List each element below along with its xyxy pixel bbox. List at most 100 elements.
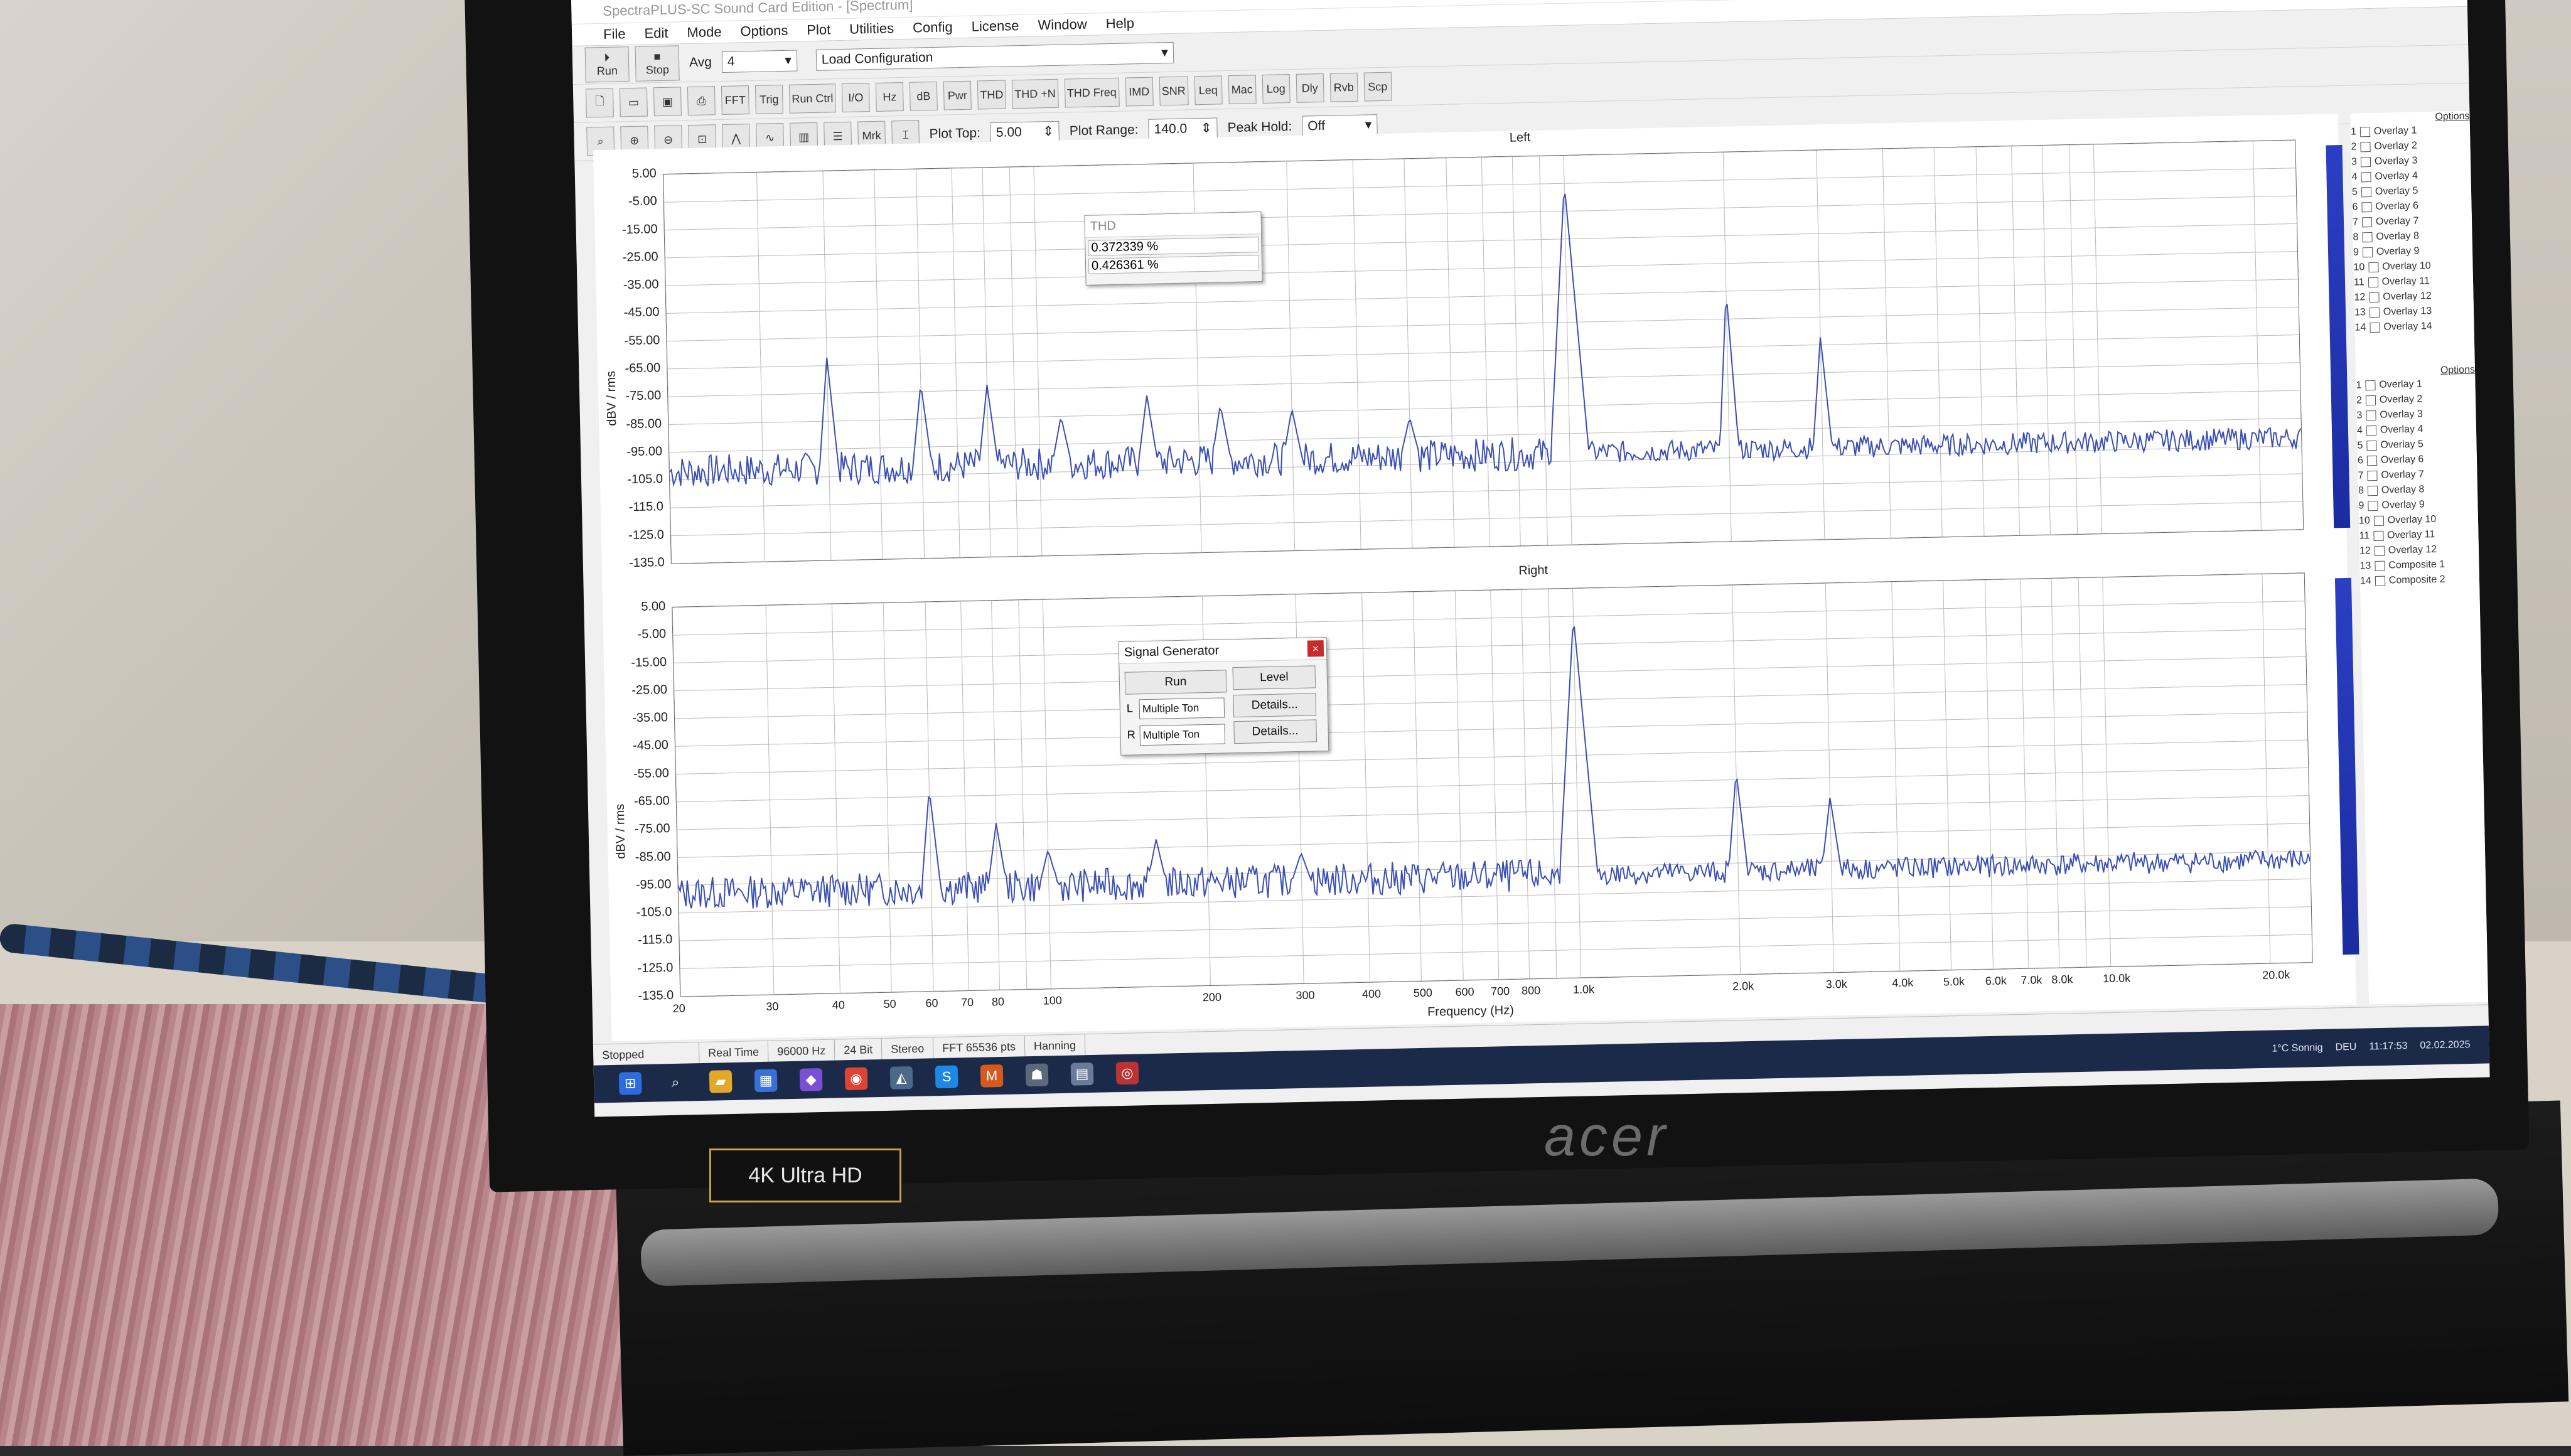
tool-thd-button[interactable]: THD xyxy=(977,80,1006,110)
visual-studio-icon[interactable]: ◆ xyxy=(799,1068,823,1091)
grid-line xyxy=(673,601,2305,636)
menu-utilities[interactable]: Utilities xyxy=(849,18,894,40)
search-icon[interactable]: ⌕ xyxy=(664,1071,687,1095)
tool-scp-button[interactable]: Scp xyxy=(1363,72,1392,102)
siggen-run-button[interactable]: Run xyxy=(1124,670,1227,695)
tool-thd-freq-button[interactable]: THD Freq xyxy=(1064,77,1120,108)
tool-imd-button[interactable]: IMD xyxy=(1125,77,1154,107)
thd-dialog[interactable]: THD 0.372339 % 0.426361 % xyxy=(1084,211,1263,286)
overlay-checkbox[interactable] xyxy=(2370,322,2380,333)
chrome-icon[interactable]: ◉ xyxy=(844,1067,868,1091)
tool-pwr-button[interactable]: Pwr xyxy=(943,80,972,110)
menu-mode[interactable]: Mode xyxy=(687,21,722,43)
right-spectrum-plot[interactable] xyxy=(672,572,2313,997)
alien-icon[interactable]: ☗ xyxy=(1025,1063,1049,1087)
tool-dly-button[interactable]: Dly xyxy=(1296,73,1324,103)
overlay-checkbox[interactable] xyxy=(2368,500,2378,511)
spectraplus-taskbar-icon[interactable]: ▤ xyxy=(1070,1062,1094,1086)
left-details-button[interactable]: Details... xyxy=(1233,693,1317,718)
tool-log-button[interactable]: Log xyxy=(1262,74,1291,104)
overlay-checkbox[interactable] xyxy=(2361,202,2372,213)
overlay-checkbox[interactable] xyxy=(2365,395,2376,406)
tool-hz-button[interactable]: Hz xyxy=(875,82,904,112)
overlay-number: 8 xyxy=(2358,485,2364,496)
overlay-checkbox[interactable] xyxy=(2375,575,2385,587)
overlay-checkbox[interactable] xyxy=(2361,217,2373,228)
tool-trig-button[interactable]: Trig xyxy=(754,84,783,114)
weather-text[interactable]: 1°C Sonnig xyxy=(2272,1042,2322,1055)
overlay-checkbox[interactable] xyxy=(2366,410,2376,421)
grid-line xyxy=(679,906,2311,941)
menu-window[interactable]: Window xyxy=(1038,14,1087,36)
overlay-checkbox[interactable] xyxy=(2360,157,2371,168)
overlay-checkbox[interactable] xyxy=(2373,515,2384,527)
clock-time[interactable]: 11:17:53 xyxy=(2369,1041,2407,1052)
tool-thd-n-button[interactable]: THD +N xyxy=(1011,78,1059,109)
language-indicator[interactable]: DEU xyxy=(2335,1042,2356,1054)
tool-i-o-button[interactable]: I/O xyxy=(841,83,870,112)
overlay-checkbox[interactable] xyxy=(2367,485,2378,496)
overlay-checkbox[interactable] xyxy=(2369,307,2380,318)
menu-plot[interactable]: Plot xyxy=(807,19,831,41)
overlay-checkbox[interactable] xyxy=(2375,560,2385,572)
avg-select[interactable]: 4 ▾ xyxy=(721,50,798,73)
overlay-checkbox[interactable] xyxy=(2365,380,2376,391)
app-icon[interactable]: ◭ xyxy=(889,1066,913,1089)
overlay-checkbox[interactable] xyxy=(2366,440,2377,451)
overlay-label: Overlay 5 xyxy=(2380,439,2424,451)
skype-icon[interactable]: S xyxy=(935,1065,958,1089)
right-details-label: Details... xyxy=(1252,724,1299,739)
overlay-checkbox[interactable] xyxy=(2361,172,2371,183)
overlay-checkbox[interactable] xyxy=(2361,187,2372,198)
tool-fft-button[interactable]: FFT xyxy=(721,85,749,115)
new-file-button[interactable]: 🗋 xyxy=(585,88,614,118)
overlay-checkbox[interactable] xyxy=(2373,530,2384,542)
right-waveform-select[interactable]: Multiple Ton xyxy=(1139,724,1226,746)
overlay-checkbox[interactable] xyxy=(2360,142,2371,153)
stop-button[interactable]: ■ Stop xyxy=(635,45,680,82)
right-details-button[interactable]: Details... xyxy=(1233,719,1318,744)
overlay-checkbox[interactable] xyxy=(2362,247,2373,258)
start-icon[interactable]: ⊞ xyxy=(618,1072,642,1095)
clock-date[interactable]: 02.02.2025 xyxy=(2420,1039,2470,1052)
menu-options[interactable]: Options xyxy=(740,20,788,43)
menu-file[interactable]: File xyxy=(603,23,626,45)
configuration-select[interactable]: Load Configuration ▾ xyxy=(815,41,1174,71)
tool-leq-button[interactable]: Leq xyxy=(1194,75,1223,105)
open-button[interactable]: ▭ xyxy=(619,87,648,117)
signal-generator-dialog[interactable]: Signal Generator × Run Level L Multiple T… xyxy=(1118,637,1329,756)
tool-mac-button[interactable]: Mac xyxy=(1228,75,1257,105)
run-button[interactable]: ⏵ Run xyxy=(584,46,630,83)
overlay-checkbox[interactable] xyxy=(2359,127,2371,137)
overlay-checkbox[interactable] xyxy=(2368,277,2378,288)
left-waveform-select[interactable]: Multiple Ton xyxy=(1139,697,1225,720)
print-button[interactable]: ⎙ xyxy=(687,86,716,116)
tool-run-ctrl-button[interactable]: Run Ctrl xyxy=(788,83,836,114)
overlay-checkbox[interactable] xyxy=(2362,232,2373,243)
overlay-checkbox[interactable] xyxy=(2374,545,2385,557)
overlay-checkbox[interactable] xyxy=(2369,292,2380,303)
x-tick-label: 5.0k xyxy=(1943,975,1965,988)
menu-license[interactable]: License xyxy=(971,15,1019,38)
left-spectrum-plot[interactable] xyxy=(662,139,2304,564)
siggen-level-button[interactable]: Level xyxy=(1232,665,1316,690)
mail-icon[interactable]: M xyxy=(980,1064,1004,1088)
overlay-checkbox[interactable] xyxy=(2366,425,2377,436)
overlay-checkbox[interactable] xyxy=(2368,262,2379,273)
overlay-checkbox[interactable] xyxy=(2367,470,2378,481)
close-icon[interactable]: × xyxy=(1307,640,1324,657)
save-button[interactable]: ▣ xyxy=(653,87,682,117)
store-icon[interactable]: ▦ xyxy=(754,1069,778,1093)
tool-rvb-button[interactable]: Rvb xyxy=(1329,72,1358,102)
tool-db-button[interactable]: dB xyxy=(909,81,938,111)
overlay-number: 6 xyxy=(2352,201,2358,213)
y-tick-label: -65.00 xyxy=(625,361,661,376)
tool-snr-button[interactable]: SNR xyxy=(1159,76,1189,106)
file-explorer-icon[interactable]: ▰ xyxy=(709,1070,733,1093)
overlay-item[interactable]: 14 Composite 2 xyxy=(2360,572,2479,589)
chrome-profile-icon[interactable]: ◎ xyxy=(1115,1061,1139,1085)
menu-edit[interactable]: Edit xyxy=(644,23,668,45)
menu-help[interactable]: Help xyxy=(1105,13,1134,35)
overlay-checkbox[interactable] xyxy=(2366,455,2378,466)
menu-config[interactable]: Config xyxy=(913,16,953,38)
